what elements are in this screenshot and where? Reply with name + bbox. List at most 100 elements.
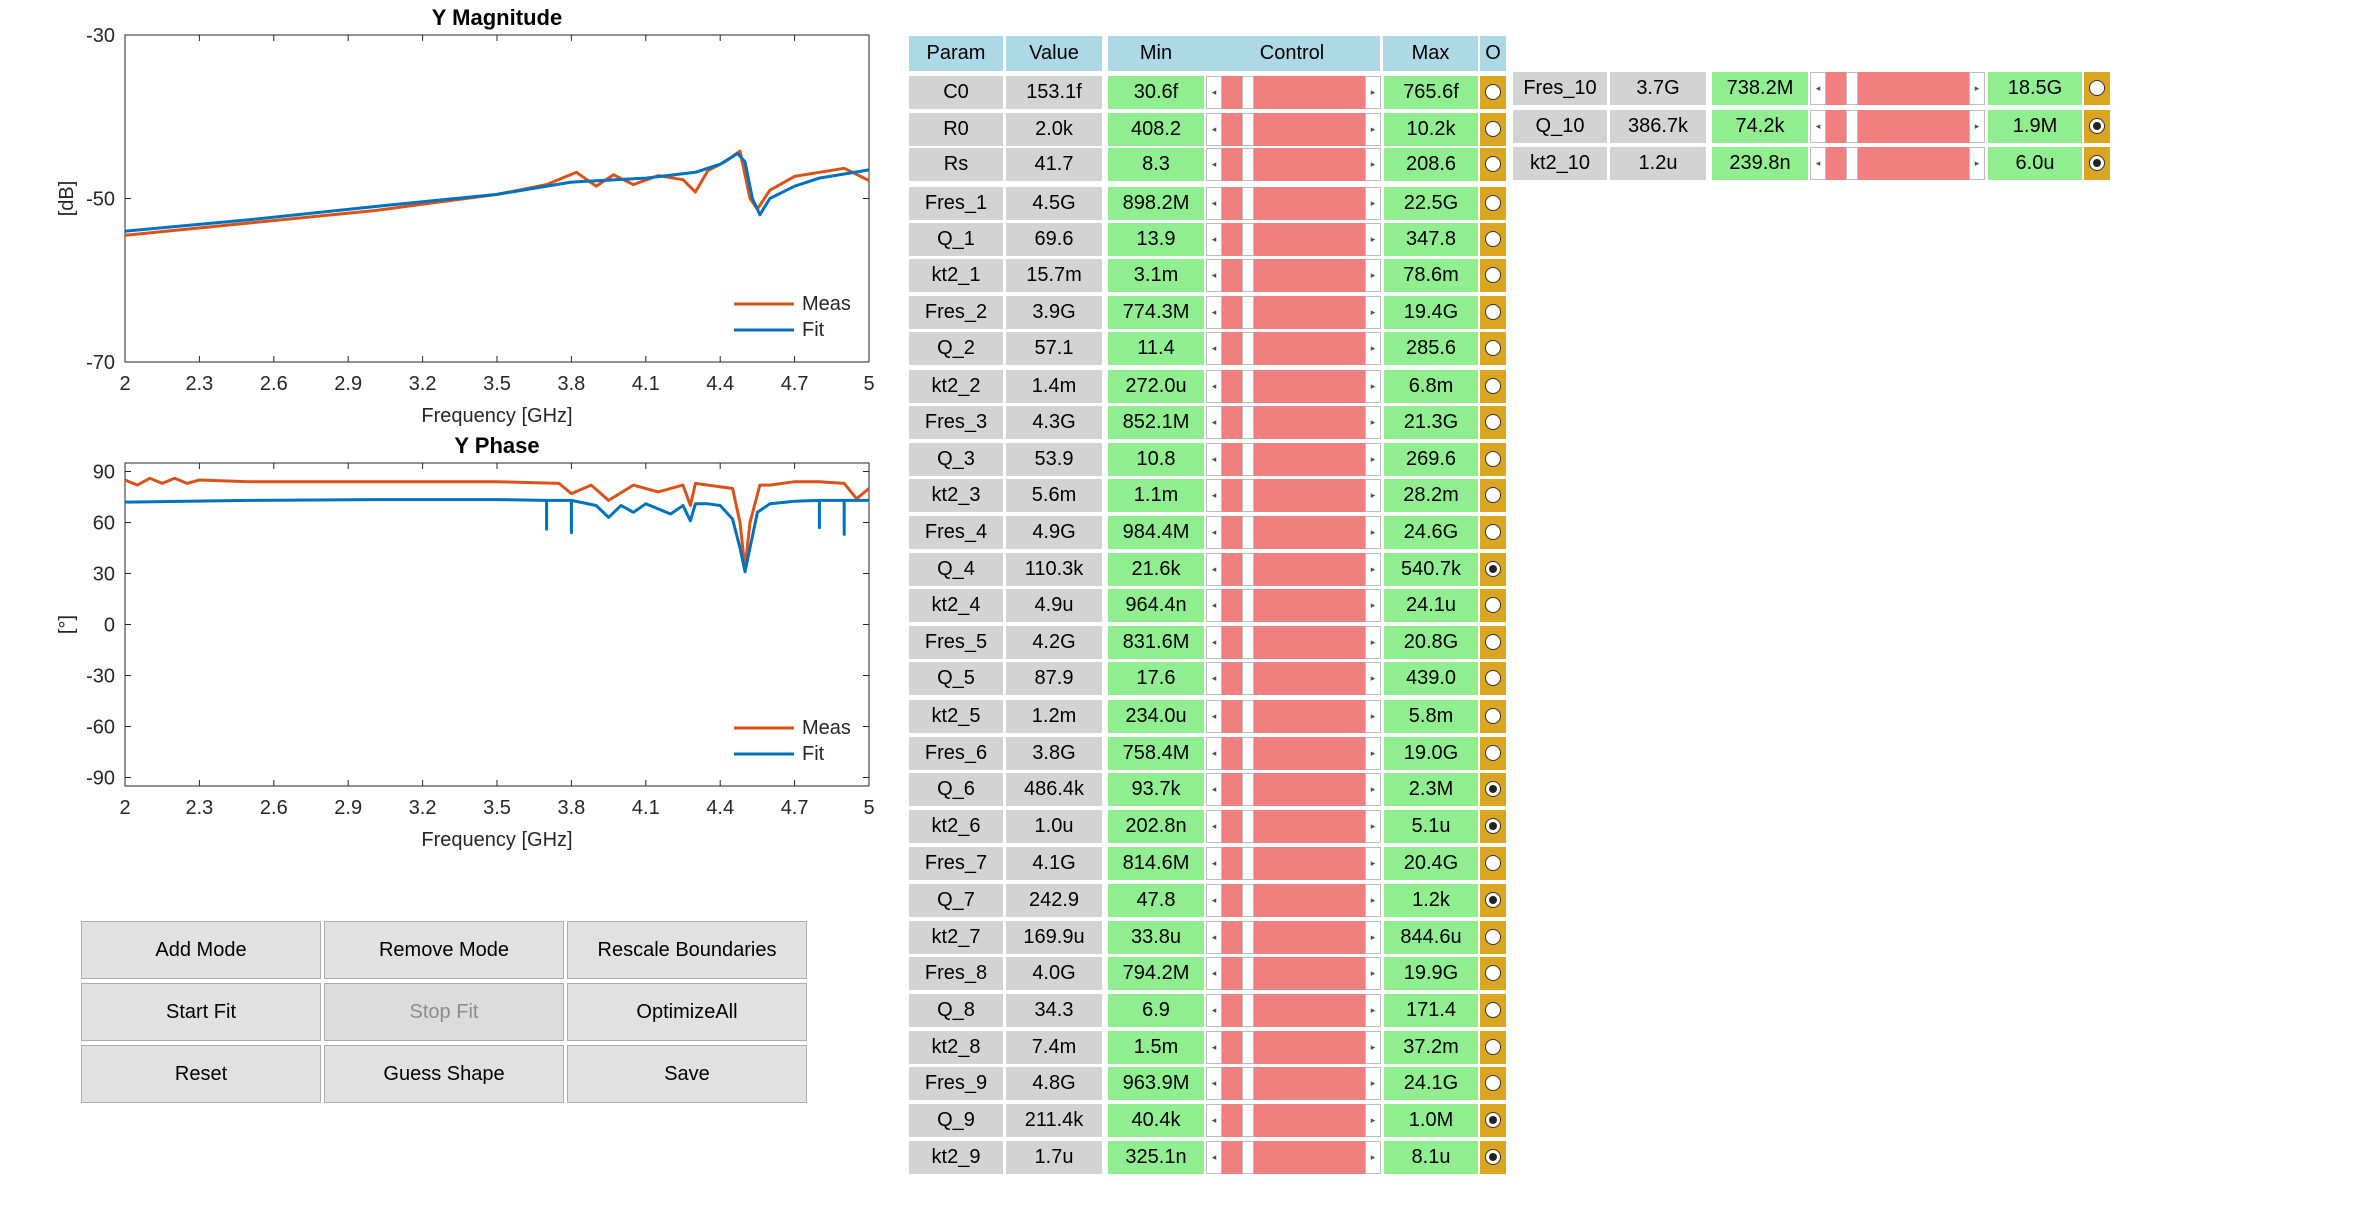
param-slider[interactable]: ◂ ▸ [1206,296,1381,329]
slider-right-arrow-icon[interactable]: ▸ [1365,443,1381,476]
optimize-radio-selected[interactable] [1485,561,1501,577]
slider-right-arrow-icon[interactable]: ▸ [1969,110,1985,143]
guess-shape-button[interactable]: Guess Shape [324,1045,564,1103]
slider-left-arrow-icon[interactable]: ◂ [1206,921,1222,954]
min-field[interactable]: 964.4n [1108,589,1204,622]
slider-left-arrow-icon[interactable]: ◂ [1206,957,1222,990]
slider-right-arrow-icon[interactable]: ▸ [1365,921,1381,954]
optimize-radio[interactable] [1485,524,1501,540]
max-field[interactable]: 269.6 [1384,443,1478,476]
slider-left-arrow-icon[interactable]: ◂ [1206,296,1222,329]
param-slider[interactable]: ◂ ▸ [1206,1031,1381,1064]
optimize-radio-selected[interactable] [1485,1112,1501,1128]
min-field[interactable]: 30.6f [1108,76,1204,109]
param-slider[interactable]: ◂ ▸ [1206,370,1381,403]
param-slider[interactable]: ◂ ▸ [1810,110,1985,143]
optimize-radio[interactable] [1485,121,1501,137]
optimize-radio[interactable] [1485,745,1501,761]
slider-thumb[interactable] [1241,479,1254,512]
slider-left-arrow-icon[interactable]: ◂ [1206,148,1222,181]
min-field[interactable]: 814.6M [1108,847,1204,880]
slider-thumb[interactable] [1241,76,1254,109]
optimize-all-button[interactable]: OptimizeAll [567,983,807,1041]
slider-thumb[interactable] [1241,332,1254,365]
min-field[interactable]: 47.8 [1108,884,1204,917]
param-slider[interactable]: ◂ ▸ [1206,553,1381,586]
slider-left-arrow-icon[interactable]: ◂ [1206,553,1222,586]
max-field[interactable]: 5.1u [1384,810,1478,843]
slider-right-arrow-icon[interactable]: ▸ [1365,1067,1381,1100]
min-field[interactable]: 738.2M [1712,72,1808,105]
param-slider[interactable]: ◂ ▸ [1206,700,1381,733]
min-field[interactable]: 202.8n [1108,810,1204,843]
optimize-radio[interactable] [2089,80,2105,96]
slider-thumb[interactable] [1241,773,1254,806]
slider-right-arrow-icon[interactable]: ▸ [1969,72,1985,105]
slider-left-arrow-icon[interactable]: ◂ [1206,737,1222,770]
param-slider[interactable]: ◂ ▸ [1206,1104,1381,1137]
min-field[interactable]: 898.2M [1108,187,1204,220]
slider-right-arrow-icon[interactable]: ▸ [1365,589,1381,622]
slider-thumb[interactable] [1241,662,1254,695]
slider-thumb[interactable] [1241,443,1254,476]
optimize-radio[interactable] [1485,340,1501,356]
optimize-radio[interactable] [1485,156,1501,172]
slider-right-arrow-icon[interactable]: ▸ [1365,76,1381,109]
slider-right-arrow-icon[interactable]: ▸ [1365,1031,1381,1064]
max-field[interactable]: 1.9M [1988,110,2082,143]
optimize-radio-selected[interactable] [1485,781,1501,797]
slider-thumb[interactable] [1241,113,1254,146]
max-field[interactable]: 20.8G [1384,626,1478,659]
param-slider[interactable]: ◂ ▸ [1206,113,1381,146]
min-field[interactable]: 17.6 [1108,662,1204,695]
slider-right-arrow-icon[interactable]: ▸ [1365,957,1381,990]
max-field[interactable]: 171.4 [1384,994,1478,1027]
optimize-radio[interactable] [1485,597,1501,613]
slider-left-arrow-icon[interactable]: ◂ [1206,994,1222,1027]
max-field[interactable]: 1.0M [1384,1104,1478,1137]
max-field[interactable]: 844.6u [1384,921,1478,954]
slider-thumb[interactable] [1241,370,1254,403]
max-field[interactable]: 78.6m [1384,259,1478,292]
slider-left-arrow-icon[interactable]: ◂ [1206,332,1222,365]
max-field[interactable]: 347.8 [1384,223,1478,256]
slider-left-arrow-icon[interactable]: ◂ [1206,810,1222,843]
max-field[interactable]: 540.7k [1384,553,1478,586]
param-slider[interactable]: ◂ ▸ [1206,662,1381,695]
slider-right-arrow-icon[interactable]: ▸ [1365,1141,1381,1174]
slider-left-arrow-icon[interactable]: ◂ [1206,700,1222,733]
param-slider[interactable]: ◂ ▸ [1206,737,1381,770]
slider-thumb[interactable] [1241,589,1254,622]
max-field[interactable]: 19.0G [1384,737,1478,770]
optimize-radio-selected[interactable] [1485,818,1501,834]
remove-mode-button[interactable]: Remove Mode [324,921,564,979]
min-field[interactable]: 8.3 [1108,148,1204,181]
param-slider[interactable]: ◂ ▸ [1206,810,1381,843]
slider-right-arrow-icon[interactable]: ▸ [1365,259,1381,292]
slider-right-arrow-icon[interactable]: ▸ [1365,187,1381,220]
max-field[interactable]: 8.1u [1384,1141,1478,1174]
save-button[interactable]: Save [567,1045,807,1103]
slider-left-arrow-icon[interactable]: ◂ [1206,773,1222,806]
max-field[interactable]: 37.2m [1384,1031,1478,1064]
min-field[interactable]: 758.4M [1108,737,1204,770]
optimize-radio[interactable] [1485,267,1501,283]
slider-left-arrow-icon[interactable]: ◂ [1206,406,1222,439]
optimize-radio[interactable] [1485,965,1501,981]
min-field[interactable]: 40.4k [1108,1104,1204,1137]
slider-left-arrow-icon[interactable]: ◂ [1206,516,1222,549]
slider-right-arrow-icon[interactable]: ▸ [1969,147,1985,180]
slider-left-arrow-icon[interactable]: ◂ [1206,223,1222,256]
slider-right-arrow-icon[interactable]: ▸ [1365,332,1381,365]
slider-thumb[interactable] [1241,296,1254,329]
optimize-radio[interactable] [1485,708,1501,724]
slider-right-arrow-icon[interactable]: ▸ [1365,406,1381,439]
slider-right-arrow-icon[interactable]: ▸ [1365,626,1381,659]
min-field[interactable]: 408.2 [1108,113,1204,146]
param-slider[interactable]: ◂ ▸ [1206,406,1381,439]
slider-left-arrow-icon[interactable]: ◂ [1206,259,1222,292]
slider-left-arrow-icon[interactable]: ◂ [1206,1067,1222,1100]
slider-left-arrow-icon[interactable]: ◂ [1206,1104,1222,1137]
slider-thumb[interactable] [1241,1141,1254,1174]
optimize-radio[interactable] [1485,451,1501,467]
